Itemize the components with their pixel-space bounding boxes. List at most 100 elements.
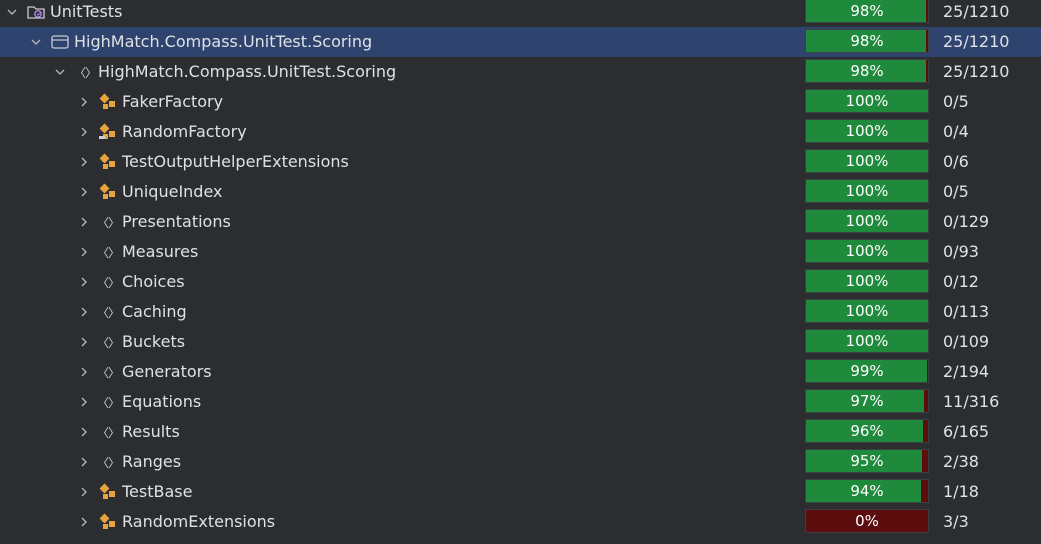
tree-row[interactable]: UniqueIndex 100% 0/5 xyxy=(0,177,1041,207)
coverage-percent: 96% xyxy=(850,422,884,440)
coverage-bar: 99% xyxy=(805,359,929,383)
coverage-percent: 100% xyxy=(845,212,889,230)
uncovered-count: 25/1210 xyxy=(943,62,1010,81)
chevron-right-icon[interactable] xyxy=(76,507,92,537)
uncovered-count: 0/93 xyxy=(943,242,979,261)
coverage-bar: 97% xyxy=(805,389,929,413)
tree-row-label: Presentations xyxy=(122,212,231,231)
tree-row-label: FakerFactory xyxy=(122,92,224,111)
chevron-down-icon[interactable] xyxy=(52,57,68,87)
class-icon xyxy=(98,512,118,532)
chevron-right-icon[interactable] xyxy=(76,177,92,207)
chevron-right-icon[interactable] xyxy=(76,267,92,297)
coverage-percent: 100% xyxy=(845,182,889,200)
uncovered-count: 0/113 xyxy=(943,302,990,321)
coverage-percent: 94% xyxy=(850,482,884,500)
uncovered-count: 25/1210 xyxy=(943,2,1010,21)
class-icon xyxy=(98,182,118,202)
static-class-icon xyxy=(98,122,118,142)
class-icon xyxy=(98,152,118,172)
tree-row[interactable]: 〈〉 Buckets 100% 0/109 xyxy=(0,327,1041,357)
uncovered-count: 2/38 xyxy=(943,452,979,471)
chevron-down-icon[interactable] xyxy=(4,0,20,27)
namespace-icon: 〈〉 xyxy=(97,275,120,290)
tree-row-label: Measures xyxy=(122,242,199,261)
tree-row[interactable]: 〈〉 Results 96% 6/165 xyxy=(0,417,1041,447)
namespace-icon: 〈〉 xyxy=(74,65,97,80)
chevron-right-icon[interactable] xyxy=(76,207,92,237)
uncovered-count: 11/316 xyxy=(943,392,1000,411)
coverage-percent: 100% xyxy=(845,242,889,260)
tree-row[interactable]: 〈〉 Caching 100% 0/113 xyxy=(0,297,1041,327)
tree-row[interactable]: RandomFactory 100% 0/4 xyxy=(0,117,1041,147)
tree-row[interactable]: TestOutputHelperExtensions 100% 0/6 xyxy=(0,147,1041,177)
coverage-bar: 100% xyxy=(805,119,929,143)
tree-row[interactable]: 〈〉 Equations 97% 11/316 xyxy=(0,387,1041,417)
namespace-icon: 〈〉 xyxy=(97,455,120,470)
chevron-down-icon[interactable] xyxy=(28,27,44,57)
uncovered-count: 0/6 xyxy=(943,152,969,171)
assembly-icon xyxy=(50,32,70,52)
chevron-right-icon[interactable] xyxy=(76,357,92,387)
coverage-bar: 100% xyxy=(805,89,929,113)
coverage-bar: 94% xyxy=(805,479,929,503)
uncovered-count: 0/4 xyxy=(943,122,969,141)
chevron-right-icon[interactable] xyxy=(76,387,92,417)
tree-row-label: UniqueIndex xyxy=(122,182,223,201)
tree-row[interactable]: TestBase 94% 1/18 xyxy=(0,477,1041,507)
tree-row-label: Buckets xyxy=(122,332,186,351)
tree-row[interactable]: 〈〉 Choices 100% 0/12 xyxy=(0,267,1041,297)
chevron-right-icon[interactable] xyxy=(76,477,92,507)
chevron-right-icon[interactable] xyxy=(76,297,92,327)
coverage-percent: 98% xyxy=(850,62,884,80)
coverage-percent: 95% xyxy=(850,452,884,470)
coverage-percent: 97% xyxy=(850,392,884,410)
tree-row[interactable]: FakerFactory 100% 0/5 xyxy=(0,87,1041,117)
tree-row[interactable]: 〈〉 HighMatch.Compass.UnitTest.Scoring 98% 2… xyxy=(0,57,1041,87)
tree-row[interactable]: 〈〉 Ranges 95% 2/38 xyxy=(0,447,1041,477)
chevron-right-icon[interactable] xyxy=(76,447,92,477)
tree-row-label: RandomFactory xyxy=(122,122,247,141)
coverage-percent: 100% xyxy=(845,92,889,110)
tree-row[interactable]: HighMatch.Compass.UnitTest.Scoring 98% 25/… xyxy=(0,27,1041,57)
coverage-percent: 99% xyxy=(850,362,884,380)
namespace-icon: 〈〉 xyxy=(97,425,120,440)
chevron-right-icon[interactable] xyxy=(76,417,92,447)
uncovered-count: 0/109 xyxy=(943,332,990,351)
namespace-icon: 〈〉 xyxy=(97,335,120,350)
uncovered-count: 0/12 xyxy=(943,272,979,291)
coverage-bar: 100% xyxy=(805,299,929,323)
tree-row[interactable]: 〈〉 Presentations 100% 0/129 xyxy=(0,207,1041,237)
coverage-tree: UnitTests 98% 25/1210 HighMatch.Compass.Uni… xyxy=(0,0,1041,544)
tree-row[interactable]: 〈〉 Generators 99% 2/194 xyxy=(0,357,1041,387)
tree-row-label: HighMatch.Compass.UnitTest.Scoring xyxy=(98,62,397,81)
tree-row[interactable]: UnitTests 98% 25/1210 xyxy=(0,0,1041,27)
tree-row-label: TestBase xyxy=(122,482,193,501)
uncovered-count: 2/194 xyxy=(943,362,990,381)
namespace-icon: 〈〉 xyxy=(97,305,120,320)
coverage-percent: 100% xyxy=(845,332,889,350)
tree-row[interactable]: RandomExtensions 0% 3/3 xyxy=(0,507,1041,537)
chevron-right-icon[interactable] xyxy=(76,327,92,357)
tree-row-label: HighMatch.Compass.UnitTest.Scoring xyxy=(74,32,373,51)
coverage-percent: 100% xyxy=(845,122,889,140)
coverage-bar: 98% xyxy=(805,59,929,83)
chevron-right-icon[interactable] xyxy=(76,237,92,267)
namespace-icon: 〈〉 xyxy=(97,245,120,260)
namespace-icon: 〈〉 xyxy=(97,395,120,410)
coverage-bar: 96% xyxy=(805,419,929,443)
tree-row[interactable]: 〈〉 Measures 100% 0/93 xyxy=(0,237,1041,267)
coverage-bar: 100% xyxy=(805,149,929,173)
coverage-bar: 98% xyxy=(805,29,929,53)
chevron-right-icon[interactable] xyxy=(76,87,92,117)
tree-row-label: Ranges xyxy=(122,452,182,471)
uncovered-count: 0/129 xyxy=(943,212,990,231)
tree-row-label: UnitTests xyxy=(50,2,123,21)
tree-row-label: Caching xyxy=(122,302,187,321)
tree-row-label: Generators xyxy=(122,362,212,381)
uncovered-count: 0/5 xyxy=(943,182,969,201)
chevron-right-icon[interactable] xyxy=(76,117,92,147)
uncovered-count: 3/3 xyxy=(943,512,969,531)
chevron-right-icon[interactable] xyxy=(76,147,92,177)
coverage-percent: 100% xyxy=(845,302,889,320)
